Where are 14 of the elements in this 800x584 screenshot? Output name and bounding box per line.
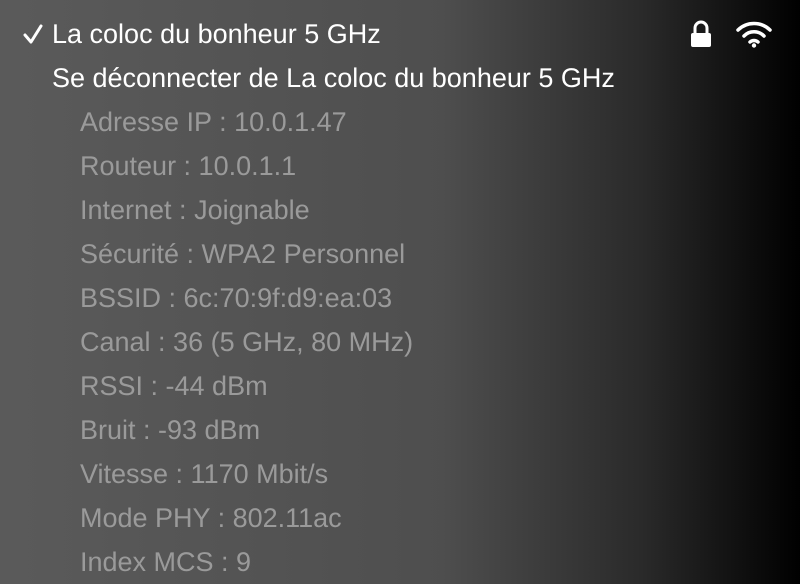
network-name[interactable]: La coloc du bonheur 5 GHz — [52, 12, 381, 56]
network-detail: Routeur : 10.0.1.1 — [80, 151, 296, 181]
network-detail: Sécurité : WPA2 Personnel — [80, 239, 406, 269]
network-detail: Index MCS : 9 — [80, 547, 252, 577]
network-detail: Adresse IP : 10.0.1.47 — [80, 107, 347, 137]
network-detail: Bruit : -93 dBm — [80, 415, 260, 445]
network-detail: Canal : 36 (5 GHz, 80 MHz) — [80, 327, 414, 357]
disconnect-menu-item[interactable]: Se déconnecter de La coloc du bonheur 5 GHz — [52, 63, 615, 93]
network-detail: BSSID : 6c:70:9f:d9:ea:03 — [80, 283, 392, 313]
network-detail: Mode PHY : 802.11ac — [80, 503, 342, 533]
wifi-icon — [736, 20, 772, 48]
network-detail: RSSI : -44 dBm — [80, 371, 268, 401]
network-detail: Vitesse : 1170 Mbit/s — [80, 459, 328, 489]
network-detail: Internet : Joignable — [80, 195, 310, 225]
